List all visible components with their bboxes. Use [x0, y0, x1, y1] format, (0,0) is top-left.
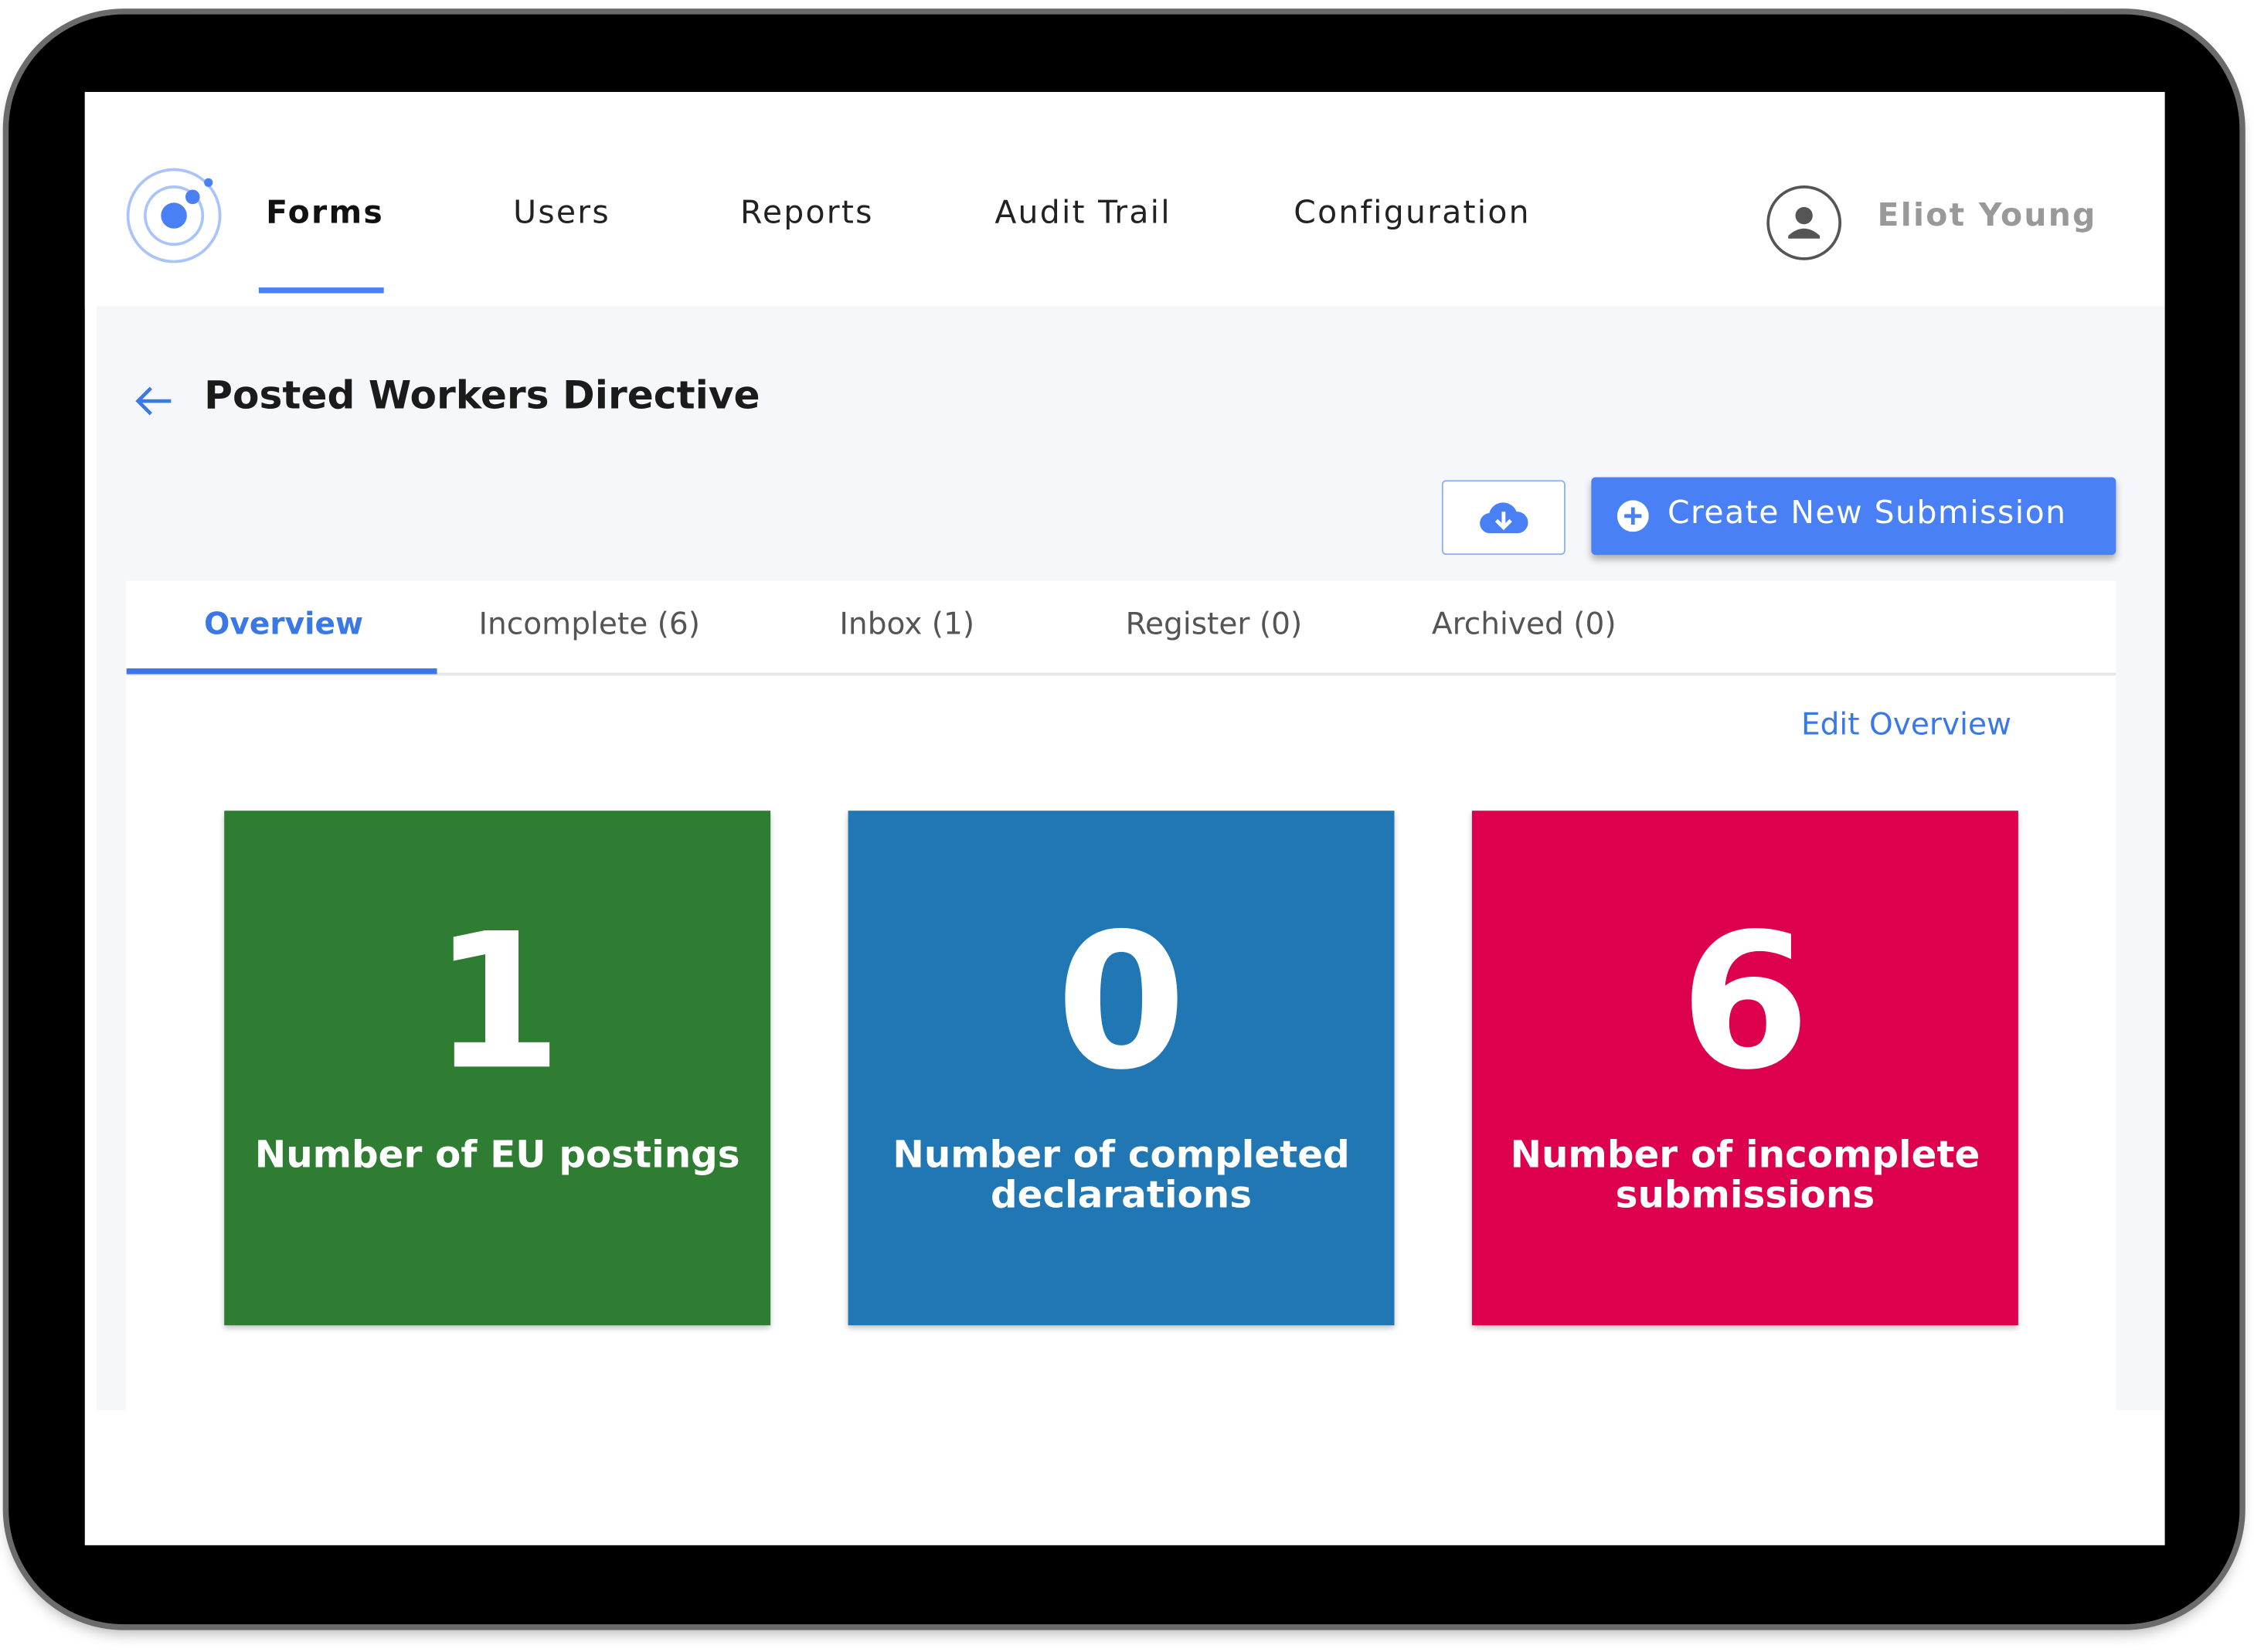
active-tab-indicator [126, 668, 437, 675]
card-eu-postings[interactable]: 1 Number of EU postings [224, 811, 771, 1326]
nav-reports[interactable]: Reports [740, 195, 874, 232]
card-value: 0 [1056, 892, 1187, 1112]
back-arrow-icon[interactable] [132, 384, 175, 419]
edit-overview-link[interactable]: Edit Overview [1801, 707, 2011, 742]
card-completed-declarations[interactable]: 0 Number of completed declarations [848, 811, 1395, 1326]
tab-register[interactable]: Register (0) [1126, 607, 1303, 641]
card-label: Number of incomplete submissions [1510, 1134, 1980, 1218]
plus-circle-icon [1617, 500, 1649, 532]
user-avatar-icon[interactable] [1765, 184, 1842, 261]
card-incomplete-submissions[interactable]: 6 Number of incomplete submissions [1471, 811, 2018, 1326]
nav-audit-trail[interactable]: Audit Trail [994, 195, 1171, 232]
create-new-submission-button[interactable]: Create New Submission [1591, 477, 2116, 556]
user-name[interactable]: Eliot Young [1878, 199, 2097, 235]
nav-forms[interactable]: Forms [266, 195, 384, 232]
nav-configuration[interactable]: Configuration [1294, 195, 1531, 232]
tab-incomplete[interactable]: Incomplete (6) [478, 607, 700, 641]
page-title: Posted Workers Directive [204, 373, 760, 419]
tab-inbox[interactable]: Inbox (1) [839, 607, 974, 641]
card-value: 1 [432, 892, 563, 1112]
nav-active-indicator [258, 287, 384, 294]
cloud-download-icon [1480, 502, 1528, 534]
card-label: Number of EU postings [254, 1134, 740, 1178]
tab-overview[interactable]: Overview [204, 607, 363, 641]
create-button-label: Create New Submission [1667, 495, 2067, 532]
app-screen: Forms Users Reports Audit Trail Configur… [84, 92, 2165, 1545]
tab-archived[interactable]: Archived (0) [1432, 607, 1617, 641]
card-value: 6 [1680, 892, 1810, 1112]
card-label: Number of completed declarations [892, 1134, 1350, 1218]
download-button[interactable] [1441, 480, 1566, 556]
nav-users[interactable]: Users [513, 195, 610, 232]
app-logo-icon[interactable] [124, 164, 227, 267]
